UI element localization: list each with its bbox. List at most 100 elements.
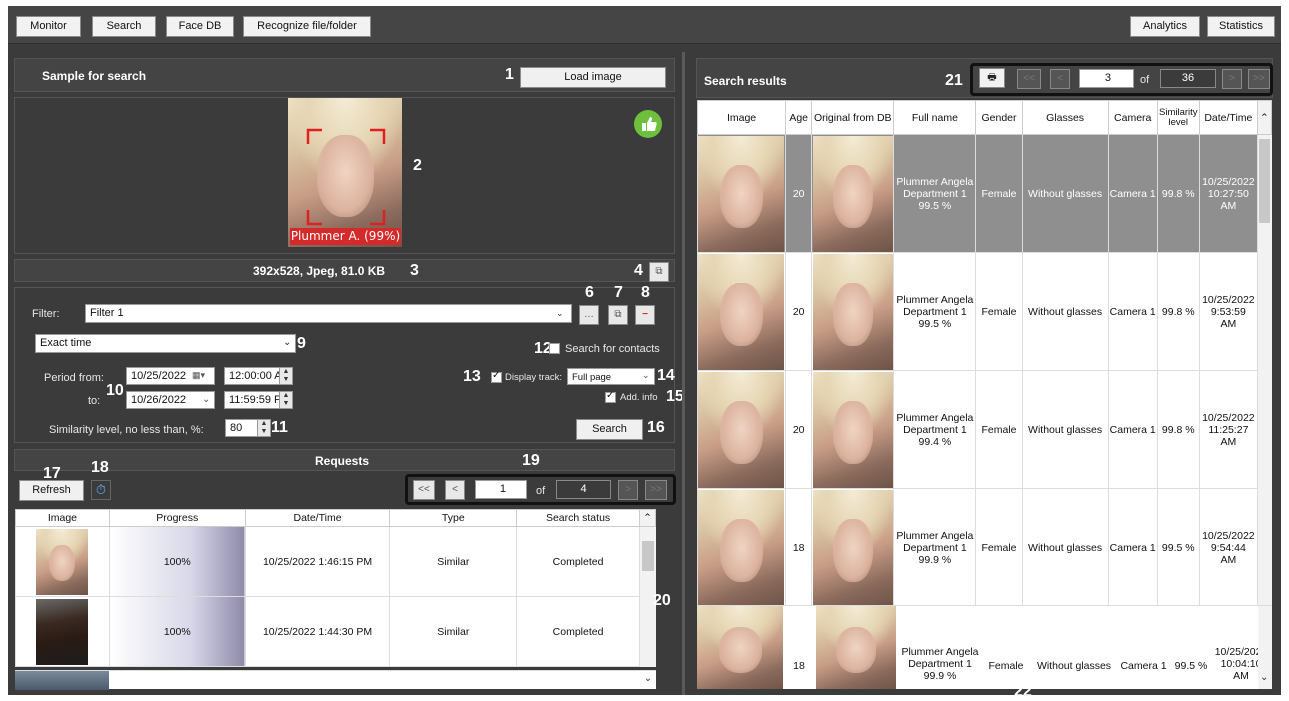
table-row[interactable]: 20 Plummer Angela Department 1 99.5 % Fema… xyxy=(696,252,1272,371)
table-row[interactable]: 100% 10/25/2022 1:46:15 PM Similar Compl… xyxy=(15,526,656,667)
requests-page-field[interactable]: 1 xyxy=(475,480,527,499)
req-scroll-up-icon[interactable]: ⌃ xyxy=(638,509,657,527)
type-cell: Similar xyxy=(389,526,518,597)
calendar-icon[interactable]: ▦▾ xyxy=(192,370,205,381)
table-row[interactable]: 18 Plummer Angela Department 1 99.9 % Fema… xyxy=(696,488,1272,607)
monitor-button[interactable]: Monitor xyxy=(16,16,81,37)
app-window: Monitor Search Face DB Recognize file/fo… xyxy=(8,6,1281,700)
timer-icon[interactable]: ⏱ xyxy=(91,480,111,500)
req-col-image[interactable]: Image xyxy=(15,509,110,527)
requests-next-page-button[interactable]: > xyxy=(618,480,638,500)
camera-cell: Camera 1 xyxy=(1120,660,1167,672)
table-row[interactable]: 20 Plummer Angela Department 1 99.5 % Fema… xyxy=(696,134,1272,607)
callout-7: 7 xyxy=(614,284,623,301)
fullname-cell: Plummer Angela Department 1 99.5 % xyxy=(893,134,977,253)
filter-select[interactable]: Filter 1 xyxy=(85,304,572,323)
recognize-file-button[interactable]: Recognize file/folder xyxy=(243,16,371,37)
camera-cell: Camera 1 xyxy=(1107,134,1158,253)
glasses-cell: Without glasses xyxy=(1021,370,1109,489)
table-row[interactable]: 100% 10/25/2022 1:44:30 PM Similar Compl… xyxy=(15,596,656,667)
fullname-cell: Plummer Angela Department 1 99.9 % xyxy=(901,646,979,682)
results-page-field[interactable]: 3 xyxy=(1079,69,1134,88)
results-total-pages: 36 xyxy=(1160,69,1216,88)
period-from-label: Period from: xyxy=(44,372,104,384)
to-time-spinner-icon[interactable]: ▲ ▼ xyxy=(279,392,292,408)
time-mode-chevron-icon: ⌄ xyxy=(283,337,292,348)
res-col-camera[interactable]: Camera xyxy=(1107,100,1158,135)
callout-18: 18 xyxy=(91,459,109,476)
res-col-similarity[interactable]: Similarity level xyxy=(1156,100,1200,135)
filter-remove-icon[interactable]: − xyxy=(635,305,655,325)
res-col-original[interactable]: Original from DB xyxy=(811,100,895,135)
age-cell: 20 xyxy=(785,252,813,371)
thumbs-up-icon[interactable] xyxy=(633,109,663,139)
copy-image-icon[interactable]: ⧉ xyxy=(649,262,669,282)
req-scroll-down-icon[interactable]: ⌄ xyxy=(640,673,656,684)
res-col-fullname[interactable]: Full name xyxy=(893,100,977,135)
add-info-checkbox[interactable] xyxy=(605,390,616,403)
res-col-age[interactable]: Age xyxy=(785,100,813,135)
results-next-page-button[interactable]: > xyxy=(1222,69,1242,89)
panel-splitter[interactable] xyxy=(682,52,685,695)
age-cell: 18 xyxy=(785,488,813,607)
similarity-cell: 99.8 % xyxy=(1156,252,1200,371)
callout-5: 5 xyxy=(540,306,549,323)
datetime-cell: 10/25/2022 1:46:15 PM xyxy=(244,526,391,597)
search-contacts-checkbox[interactable] xyxy=(549,343,560,354)
results-scrollbar[interactable] xyxy=(1257,134,1272,607)
req-col-datetime[interactable]: Date/Time xyxy=(244,509,391,527)
filter-save-icon[interactable]: ⧉ xyxy=(608,305,628,325)
load-image-button[interactable]: Load image xyxy=(520,67,666,88)
callout-9: 9 xyxy=(297,335,306,352)
statistics-button[interactable]: Statistics xyxy=(1207,16,1275,37)
search-contacts-label: Search for contacts xyxy=(565,343,660,355)
req-col-type[interactable]: Type xyxy=(389,509,518,527)
analytics-button[interactable]: Analytics xyxy=(1130,16,1200,37)
callout-4: 4 xyxy=(634,262,643,279)
requests-last-page-button[interactable]: >> xyxy=(645,480,667,500)
top-toolbar: Monitor Search Face DB Recognize file/fo… xyxy=(8,6,1281,44)
table-row[interactable]: 20 Plummer Angela Department 1 99.4 % Fema… xyxy=(696,370,1272,489)
camera-cell: Camera 1 xyxy=(1107,252,1158,371)
results-title: Search results xyxy=(704,74,787,88)
request-thumbnail xyxy=(36,528,89,595)
callout-21: 21 xyxy=(945,72,963,89)
from-time-spinner-icon[interactable]: ▲ ▼ xyxy=(279,368,292,384)
status-cell: Completed xyxy=(516,596,640,667)
time-mode-select[interactable]: Exact time xyxy=(35,334,296,353)
display-track-label: Display track: xyxy=(505,372,563,383)
results-of-label: of xyxy=(1140,74,1150,86)
requests-table: Image Progress Date/Time Type Search sta… xyxy=(15,509,657,667)
requests-first-page-button[interactable]: << xyxy=(413,480,435,500)
search-button[interactable]: Search xyxy=(576,419,643,440)
to-date-chevron-icon[interactable]: ⌄ xyxy=(202,394,210,405)
face-detection-box xyxy=(306,128,386,226)
face-db-button[interactable]: Face DB xyxy=(166,16,234,37)
res-col-gender[interactable]: Gender xyxy=(975,100,1023,135)
similarity-cell: 99.8 % xyxy=(1156,370,1200,489)
filter-browse-icon[interactable]: … xyxy=(579,305,599,325)
res-col-datetime[interactable]: Date/Time xyxy=(1198,100,1258,135)
req-col-status[interactable]: Search status xyxy=(516,509,640,527)
callout-19: 19 xyxy=(522,452,540,469)
results-first-page-button[interactable]: << xyxy=(1017,69,1041,89)
print-icon[interactable]: 🖶 xyxy=(979,68,1005,88)
res-scroll-up-icon[interactable]: ⌃ xyxy=(1256,100,1273,135)
callout-20: 20 xyxy=(653,592,671,609)
res-col-image[interactable]: Image xyxy=(696,100,787,135)
similarity-spinner-icon[interactable]: ▲ ▼ xyxy=(257,420,270,436)
result-thumbnail xyxy=(697,606,783,689)
res-col-glasses[interactable]: Glasses xyxy=(1021,100,1109,135)
res-scroll-down-icon[interactable]: ⌄ xyxy=(1260,672,1268,683)
glasses-cell: Without glasses xyxy=(1021,252,1109,371)
search-mode-button[interactable]: Search xyxy=(92,16,156,37)
gender-cell: Female xyxy=(975,370,1023,489)
refresh-button[interactable]: Refresh xyxy=(19,480,84,501)
results-last-page-button[interactable]: >> xyxy=(1248,69,1270,89)
display-track-checkbox[interactable] xyxy=(491,370,502,383)
req-col-progress[interactable]: Progress xyxy=(108,509,246,527)
table-row-partial[interactable]: 18 Plummer Angela Department 1 99.9 % Fema… xyxy=(697,605,1272,689)
results-prev-page-button[interactable]: < xyxy=(1050,69,1070,89)
age-cell: 20 xyxy=(785,134,813,253)
requests-prev-page-button[interactable]: < xyxy=(445,480,465,500)
